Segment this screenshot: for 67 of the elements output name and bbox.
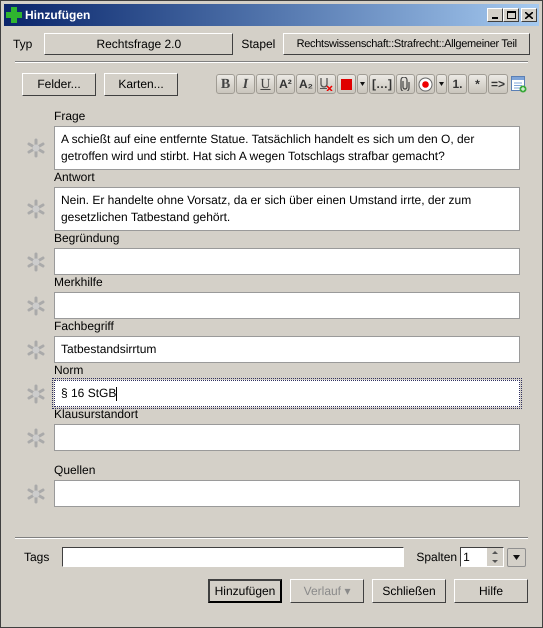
table-add-icon	[510, 76, 526, 92]
snowflake-icon	[26, 428, 46, 448]
caret-icon	[513, 554, 520, 560]
clear-format-button[interactable]	[316, 74, 336, 94]
field-label: Klausurstandort	[54, 407, 140, 421]
text-color-button[interactable]	[336, 74, 356, 94]
snowflake-icon	[26, 252, 46, 272]
snowflake-icon	[26, 384, 46, 404]
format-button[interactable]: *	[468, 74, 487, 94]
format-button[interactable]: […]	[368, 74, 395, 94]
snowflake-icon	[26, 340, 46, 360]
format-button[interactable]: A²	[276, 74, 295, 94]
text-field[interactable]	[54, 424, 520, 451]
field-label: Quellen	[54, 463, 96, 477]
insert-table-button[interactable]	[509, 74, 528, 94]
record-icon	[418, 76, 433, 92]
snowflake-icon	[26, 296, 46, 316]
window-title: Hinzufügen	[25, 7, 90, 24]
note-type-button[interactable]: Rechtsfrage 2.0	[44, 33, 234, 55]
toolbar-button[interactable]: Felder...	[22, 72, 96, 96]
caret-icon	[360, 82, 365, 86]
deck-label: Stapel	[241, 36, 276, 53]
snowflake-icon	[26, 484, 46, 504]
close-button[interactable]	[521, 8, 537, 22]
columns-label: Spalten	[416, 549, 458, 566]
field-label: Fachbegriff	[54, 319, 115, 333]
format-button[interactable]: =>	[488, 74, 508, 94]
dialog-button[interactable]: Hinzufügen	[208, 579, 282, 603]
deck-button[interactable]: Rechtswissenschaft::Strafrecht::Allgemeiner Teil	[283, 33, 530, 55]
type-label: Typ	[13, 36, 32, 53]
tags-field[interactable]	[62, 547, 404, 567]
dialog-button[interactable]: Schließen	[372, 579, 446, 603]
tags-label: Tags	[24, 549, 50, 566]
text-field[interactable]	[54, 248, 520, 275]
underline-button[interactable]: U	[256, 74, 275, 94]
close-icon	[525, 12, 533, 18]
paperclip-icon	[400, 77, 410, 91]
toolbar-button[interactable]: Karten...	[104, 72, 178, 96]
minimize-button[interactable]	[487, 8, 503, 22]
attach-button[interactable]	[396, 74, 415, 94]
field-label: Merkhilfe	[54, 275, 104, 289]
snowflake-icon	[26, 138, 46, 158]
dropdown-button[interactable]	[356, 74, 368, 94]
dialog-button[interactable]: Hilfe	[454, 579, 528, 603]
dropdown-button[interactable]	[507, 548, 526, 566]
field-label: Norm	[54, 363, 84, 377]
text-field[interactable]	[54, 480, 520, 507]
record-button[interactable]	[416, 74, 435, 94]
dropdown-button[interactable]	[436, 74, 447, 94]
field-label: Antwort	[54, 170, 96, 184]
format-button[interactable]: 1.	[448, 74, 467, 94]
text-field[interactable]: Tatbestandsirrtum	[54, 336, 520, 363]
text-field[interactable]: Nein. Er handelte ohne Vorsatz, da er sich über einen Umstand irrte, der zum gesetzlichen Tatbestand gehört.	[54, 187, 520, 231]
field-label: Frage	[54, 109, 86, 123]
format-button[interactable]: A₂	[296, 74, 316, 94]
maximize-button[interactable]	[503, 8, 519, 22]
columns-spinner[interactable]: 1	[460, 547, 504, 567]
text-field[interactable]: § 16 StGB	[54, 380, 520, 407]
italic-button[interactable]: I	[236, 74, 255, 94]
caret-icon	[438, 82, 444, 86]
plus-icon	[6, 7, 22, 23]
text-field[interactable]	[54, 292, 520, 319]
snowflake-icon	[26, 199, 46, 219]
field-label: Begründung	[54, 231, 120, 245]
underline-x-icon	[319, 77, 334, 91]
bold-button[interactable]: B	[216, 74, 235, 94]
text-field[interactable]: A schießt auf eine entfernte Statue. Tatsächlich handelt es sich um den O, der getroffen wird und stirbt. Hat sich A wegen Totschlags strafbar gemacht?	[54, 126, 520, 170]
